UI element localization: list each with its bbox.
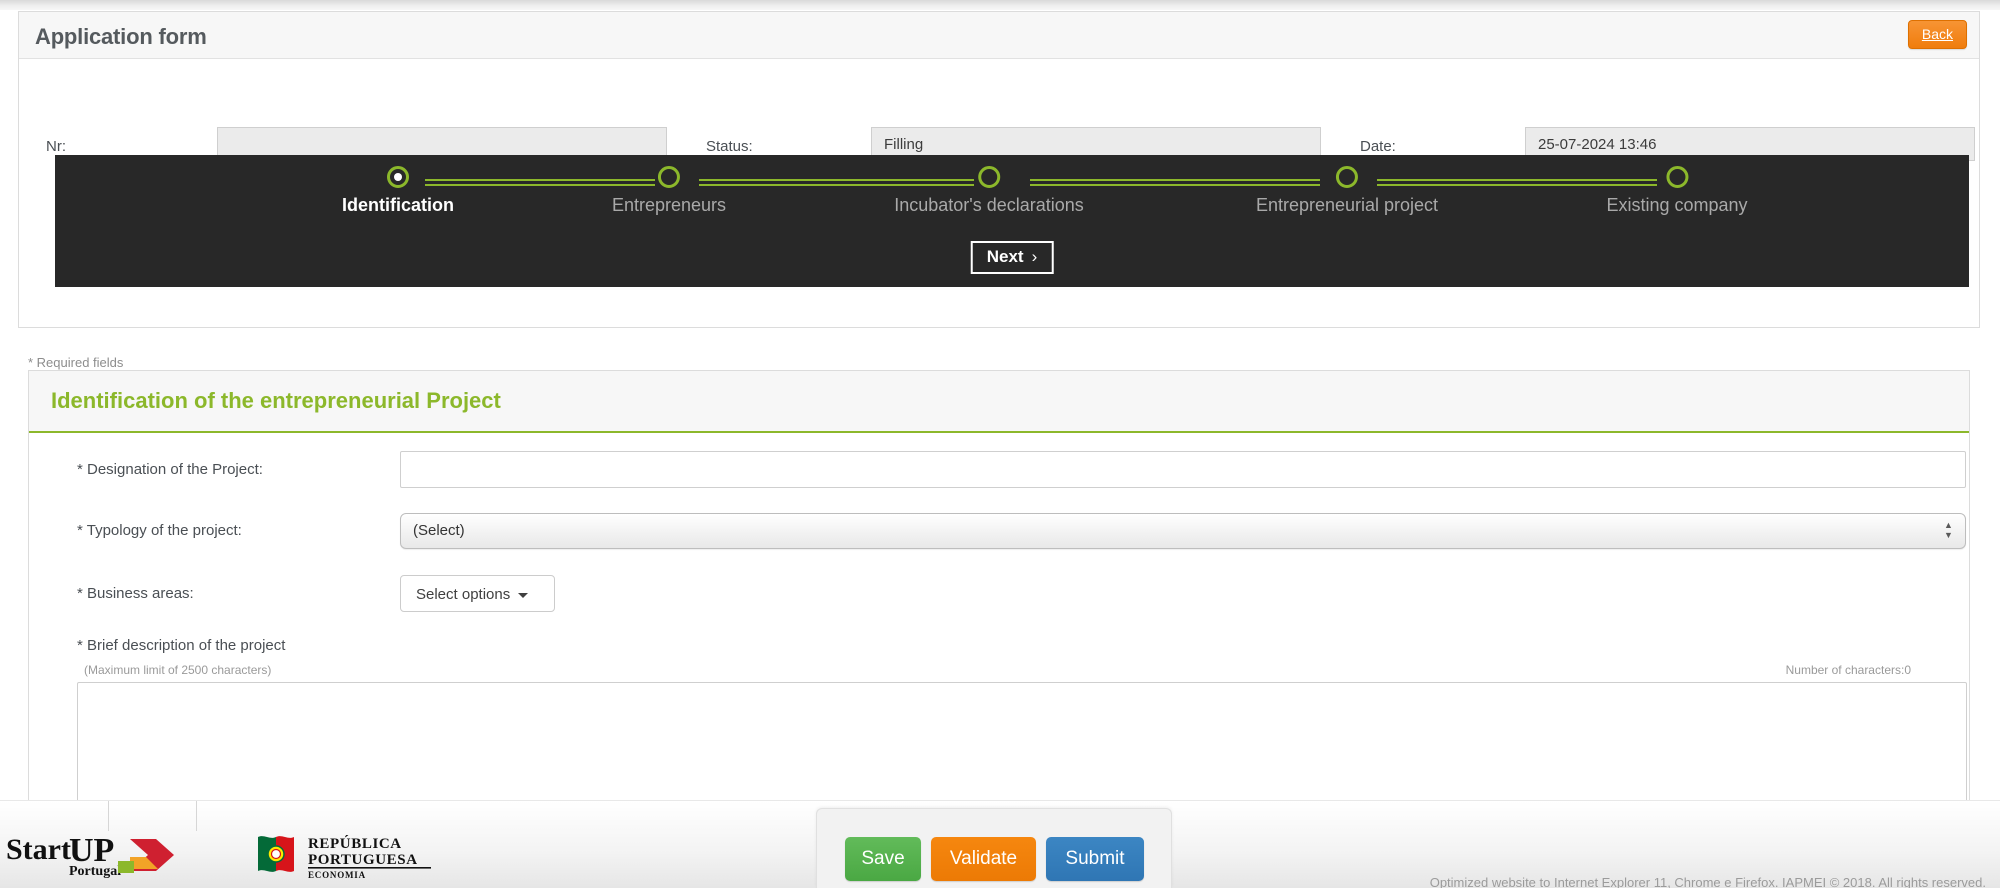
rp-rule <box>308 867 431 869</box>
typology-selected-value: (Select) <box>413 522 465 539</box>
stepper-step-label: Entrepreneurial project <box>1255 195 1439 215</box>
rp-line3: ECONOMIA <box>308 870 366 879</box>
step-circle-icon <box>1665 166 1688 188</box>
startup-portugal-logo: Start UP Portugal <box>6 831 216 879</box>
step-circle-icon <box>1335 166 1358 188</box>
caret-down-icon <box>518 592 529 598</box>
page-title: Application form <box>35 24 207 49</box>
stepper-step-5[interactable]: Existing company <box>1606 155 1748 216</box>
identification-panel-header: Identification of the entrepreneurial Pr… <box>29 371 1969 433</box>
business-areas-label: * Business areas: <box>77 585 194 602</box>
description-hint: (Maximum limit of 2500 characters) <box>84 663 272 677</box>
stepper-step-label: Entrepreneurs <box>611 195 727 215</box>
typology-label: * Typology of the project: <box>77 522 242 539</box>
required-fields-note: * Required fields <box>28 355 124 370</box>
wizard-stepper: Identification Entrepreneurs Incubator's d… <box>55 155 1969 287</box>
logo-start-text: Start <box>6 833 71 866</box>
footer-divider-left <box>108 801 109 831</box>
step-circle-icon <box>977 166 1000 188</box>
next-label: Next <box>986 247 1024 266</box>
startup-portugal-logo-svg: Start UP Portugal <box>6 832 174 879</box>
business-areas-value: Select options <box>416 586 511 603</box>
select-stepper-arrows-icon: ▲ ▼ <box>1944 520 1953 540</box>
top-gradient-strip <box>0 0 2000 10</box>
stepper-step-label: Existing company <box>1606 195 1748 215</box>
typology-select[interactable]: (Select) ▲ ▼ <box>400 513 1966 549</box>
business-areas-multiselect[interactable]: Select options <box>400 575 555 612</box>
back-button[interactable]: Back <box>1907 20 1967 49</box>
nr-label: Nr: <box>46 138 66 155</box>
stepper-step-4[interactable]: Entrepreneurial project <box>1256 155 1438 216</box>
republica-portuguesa-logo: REPÚBLICA PORTUGUESA ECONOMIA <box>256 831 466 880</box>
stepper-steps: Identification Entrepreneurs Incubator's d… <box>55 155 1969 225</box>
rp-line1: REPÚBLICA <box>308 835 402 852</box>
card-header: Application form Back <box>19 12 1979 59</box>
character-counter: Number of characters:0 <box>1785 663 1911 677</box>
designation-input[interactable] <box>400 451 1966 488</box>
stepper-step-1[interactable]: Identification <box>342 155 454 216</box>
status-label: Status: <box>706 138 753 155</box>
stepper-step-2[interactable]: Entrepreneurs <box>612 155 726 216</box>
action-bar: Save Validate Submit <box>816 808 1172 888</box>
section-title: Identification of the entrepreneurial Pr… <box>51 388 501 413</box>
save-button[interactable]: Save <box>845 837 921 881</box>
application-form-card: Application form Back Nr: Status: Date: … <box>18 11 1980 328</box>
chevron-right-icon: › <box>1031 247 1038 266</box>
identification-panel: Identification of the entrepreneurial Pr… <box>28 370 1970 882</box>
typology-select-box[interactable]: (Select) ▲ ▼ <box>400 513 1966 549</box>
logo-arrow-green <box>118 861 134 873</box>
rp-line2: PORTUGUESA <box>308 852 418 868</box>
stepper-step-label: Identification <box>342 195 454 215</box>
meta-row: Nr: Status: Date: <box>19 59 1979 161</box>
stepper-step-label: Incubator's declarations <box>894 195 1084 215</box>
stepper-step-3[interactable]: Incubator's declarations <box>894 155 1084 216</box>
description-label: * Brief description of the project <box>77 637 286 654</box>
flag-shield-icon <box>270 848 282 860</box>
republica-portuguesa-logo-svg: REPÚBLICA PORTUGUESA ECONOMIA <box>258 835 431 880</box>
submit-button[interactable]: Submit <box>1046 837 1144 881</box>
designation-label: * Designation of the Project: <box>77 461 263 478</box>
logo-portugal-text: Portugal <box>69 864 121 879</box>
validate-button[interactable]: Validate <box>931 837 1036 881</box>
step-active-circle-icon <box>387 166 409 188</box>
application-form-page: Application form Back Nr: Status: Date: … <box>0 0 2000 888</box>
next-step-button[interactable]: Next › <box>970 241 1054 274</box>
step-circle-icon <box>657 166 680 188</box>
footer-divider-right <box>196 801 197 831</box>
copyright-note: Optimized website to Internet Explorer 1… <box>1429 875 1986 888</box>
date-label: Date: <box>1360 138 1396 155</box>
